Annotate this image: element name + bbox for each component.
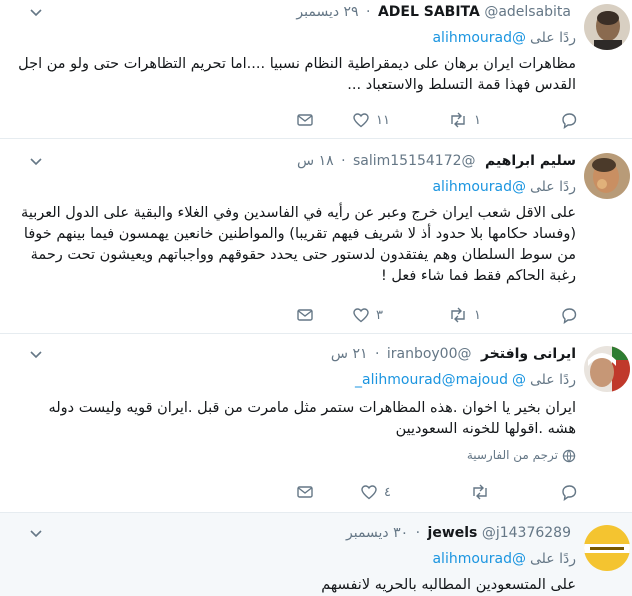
author-name[interactable]: سليم ابراهيم <box>485 153 576 169</box>
tweet[interactable]: سليم ابراهيم @salim15154172 · ١٨ س ردًا … <box>0 139 632 334</box>
timestamp[interactable]: ٢١ س <box>331 346 368 362</box>
reply-icon <box>562 308 577 324</box>
reply-prefix: ردًا على <box>530 179 576 195</box>
tweet-header: ايرانى وافتخر @iranboy00 · ٢١ س <box>331 344 576 364</box>
mention-link[interactable]: @alihmourad <box>432 551 526 567</box>
avatar[interactable] <box>584 346 630 392</box>
author-handle[interactable]: @adelsabita <box>484 4 571 20</box>
reply-action[interactable] <box>560 305 584 325</box>
tweet-header: سليم ابراهيم @salim15154172 · ١٨ س <box>297 151 576 171</box>
reply-context: ردًا على@alihmourad <box>432 28 576 48</box>
like-action[interactable]: ٣ <box>352 305 383 325</box>
like-count: ٣ <box>376 307 383 323</box>
avatar[interactable] <box>584 153 630 199</box>
reply-action[interactable] <box>560 110 584 130</box>
heart-icon <box>361 485 377 500</box>
chevron-down-icon[interactable] <box>28 525 44 541</box>
translate-label: ترجم من الفارسية <box>466 448 558 462</box>
author-handle[interactable]: @salim15154172 <box>353 153 476 169</box>
retweet-action[interactable]: ١ <box>448 110 481 130</box>
retweet-icon <box>473 484 487 500</box>
retweet-action[interactable] <box>470 482 496 502</box>
envelope-icon <box>297 114 313 126</box>
tweet[interactable]: ADEL SABITA @adelsabita · ٢٩ ديسمبر ردًا… <box>0 0 632 139</box>
author-name[interactable]: jewels <box>428 525 478 541</box>
timestamp[interactable]: ٢٩ ديسمبر <box>296 4 358 20</box>
envelope-icon <box>297 309 313 321</box>
retweet-count: ١ <box>474 307 481 323</box>
tweet-text: ايران بخير يا اخوان .هذه المظاهرات ستمر … <box>48 400 576 437</box>
tweet-header: jewels @j14376289 · ٣٠ ديسمبر <box>346 523 576 543</box>
heart-icon <box>353 113 369 128</box>
reply-action[interactable] <box>560 482 584 502</box>
avatar[interactable] <box>584 4 630 50</box>
reply-prefix: ردًا على <box>530 30 576 46</box>
chevron-down-icon[interactable] <box>28 346 44 362</box>
author-name[interactable]: ADEL SABITA <box>378 4 480 20</box>
tweet-feed: ADEL SABITA @adelsabita · ٢٩ ديسمبر ردًا… <box>0 0 632 596</box>
retweet-count: ١ <box>474 112 481 128</box>
reply-prefix: ردًا على <box>530 551 576 567</box>
like-count: ٤ <box>384 484 391 500</box>
separator: · <box>366 4 371 20</box>
timestamp[interactable]: ٣٠ ديسمبر <box>346 525 408 541</box>
reply-icon <box>562 113 577 129</box>
retweet-icon <box>451 307 465 323</box>
tweet[interactable]: ايرانى وافتخر @iranboy00 · ٢١ س ردًا على… <box>0 334 632 513</box>
direct-message-action[interactable] <box>296 305 314 325</box>
reply-context: ردًا على@alihmourad@majoud_ <box>355 370 576 390</box>
author-name[interactable]: ايرانى وافتخر <box>481 346 576 362</box>
retweet-action[interactable]: ١ <box>448 305 481 325</box>
retweet-icon <box>451 112 465 128</box>
direct-message-action[interactable] <box>296 110 314 130</box>
chevron-down-icon[interactable] <box>28 153 44 169</box>
reply-icon <box>562 485 577 501</box>
tweet-text: مظاهرات ايران برهان على ديمقراطية النظام… <box>18 56 576 93</box>
like-action[interactable]: ٤ <box>360 482 391 502</box>
like-count: ١١ <box>376 112 390 128</box>
reply-prefix: ردًا على <box>530 372 576 388</box>
globe-icon <box>562 449 576 462</box>
heart-icon <box>353 308 369 323</box>
direct-message-action[interactable] <box>296 482 314 502</box>
mention-link[interactable]: @alihmourad <box>432 30 526 46</box>
reply-context: ردًا على@alihmourad <box>432 177 576 197</box>
separator: · <box>415 525 421 541</box>
translate-link[interactable]: ترجم من الفارسية <box>467 448 576 463</box>
timestamp[interactable]: ١٨ س <box>297 153 334 169</box>
tweet-header: ADEL SABITA @adelsabita · ٢٩ ديسمبر <box>296 2 576 22</box>
tweet[interactable]: jewels @j14376289 · ٣٠ ديسمبر ردًا على@a… <box>0 513 632 596</box>
reply-context: ردًا على@alihmourad <box>432 549 576 569</box>
mention-link[interactable]: @alihmourad <box>432 179 526 195</box>
separator: · <box>374 346 380 362</box>
like-action[interactable]: ١١ <box>352 110 390 130</box>
avatar[interactable] <box>584 525 630 571</box>
author-handle[interactable]: @j14376289 <box>482 525 571 541</box>
chevron-down-icon[interactable] <box>28 4 44 20</box>
separator: · <box>341 153 346 169</box>
author-handle[interactable]: @iranboy00 <box>387 346 472 362</box>
tweet-text: على المتسعودين المطالبه بالحريه لانفسهم <box>321 577 576 593</box>
tweet-text: على الاقل شعب ايران خرج وعبر عن رأيه في … <box>21 205 576 284</box>
envelope-icon <box>297 486 313 498</box>
